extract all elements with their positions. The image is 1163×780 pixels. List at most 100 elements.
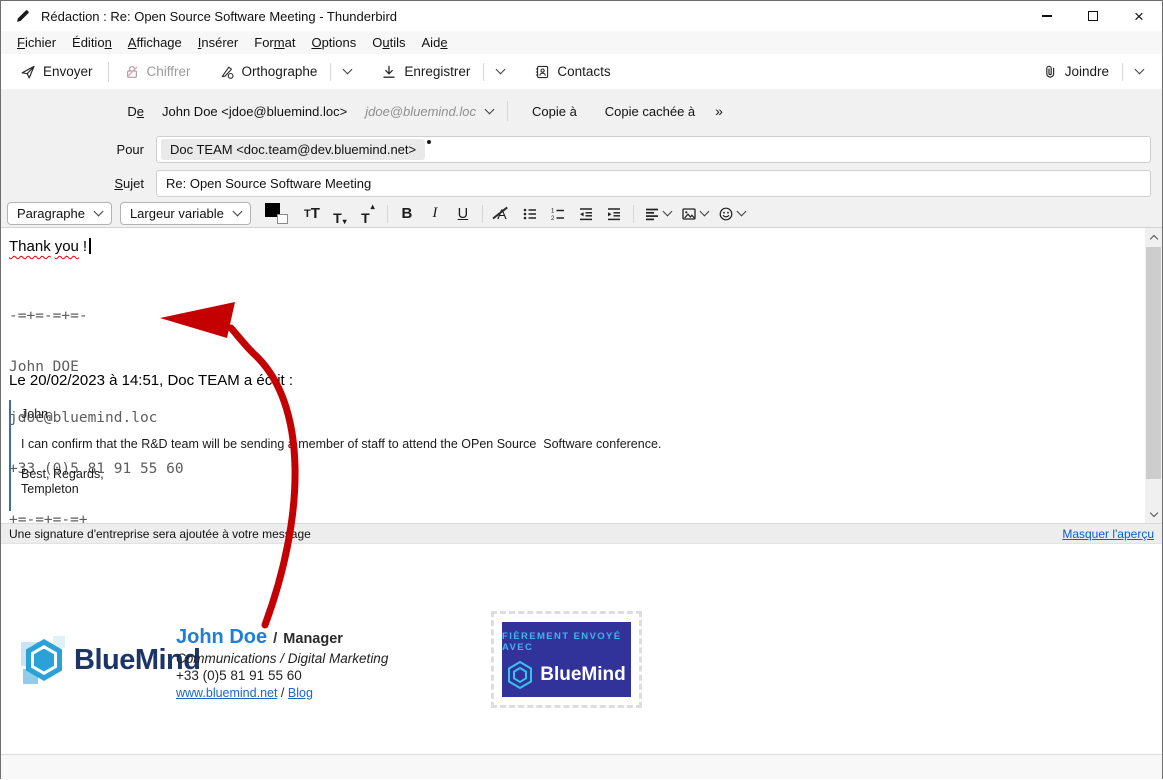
recipient-pill[interactable]: Doc TEAM <doc.team@dev.bluemind.net>: [161, 139, 425, 160]
save-button[interactable]: Enregistrer: [372, 58, 479, 86]
save-dropdown-button[interactable]: [488, 64, 513, 79]
bold-button[interactable]: B: [394, 202, 420, 226]
from-address[interactable]: John Doe <jdoe@bluemind.loc>: [162, 104, 347, 119]
menu-fichier[interactable]: Fichier: [9, 32, 64, 53]
underline-button[interactable]: U: [450, 202, 476, 226]
lock-icon: [124, 64, 140, 80]
insert-image-dropdown[interactable]: [677, 202, 712, 226]
maximize-icon: [1088, 11, 1098, 21]
blog-link[interactable]: Blog: [288, 686, 313, 700]
misspelled-word: Thank: [9, 238, 51, 255]
signature-status-bar: Une signature d'entreprise sera ajoutée …: [1, 523, 1162, 544]
quote-line: Templeton: [21, 482, 1122, 497]
bluemind-hexagon-icon: [21, 636, 65, 684]
alignment-dropdown[interactable]: [640, 202, 675, 226]
outdent-button[interactable]: [573, 202, 599, 226]
close-icon: ×: [1134, 8, 1144, 25]
text-color-picker[interactable]: [265, 203, 289, 224]
signature-phone: +33 (0)5 81 91 55 60: [176, 668, 388, 683]
misspelled-word: you: [55, 238, 79, 255]
quote-line: John,: [21, 407, 1122, 422]
quote-line: I can confirm that the R&D team will be …: [21, 437, 1122, 452]
to-input[interactable]: Doc TEAM <doc.team@dev.bluemind.net>: [156, 136, 1151, 163]
signature-role: Manager: [283, 631, 343, 647]
remove-formatting-button[interactable]: A: [489, 202, 515, 226]
encrypt-button[interactable]: Chiffrer: [115, 58, 200, 86]
signature-name: John Doe: [176, 626, 267, 649]
website-link[interactable]: www.bluemind.net: [176, 686, 277, 700]
menu-edition[interactable]: Édition: [64, 32, 120, 53]
minimize-button[interactable]: [1024, 1, 1070, 31]
chevron-down-icon: [736, 207, 746, 217]
numbered-list-icon: 12: [550, 206, 566, 222]
menu-aide[interactable]: Aide: [414, 32, 456, 53]
indent-button[interactable]: [601, 202, 627, 226]
bullet-list-icon: [522, 206, 538, 222]
bluemind-stamp: FIÈREMENT ENVOYÉ AVEC BlueMind: [491, 611, 642, 708]
stamp-hexagon-icon: [507, 661, 533, 689]
send-button[interactable]: Envoyer: [11, 58, 102, 86]
scroll-down-button[interactable]: [1145, 506, 1162, 523]
bullet-list-button[interactable]: [517, 202, 543, 226]
send-icon: [20, 64, 36, 80]
menu-options[interactable]: Options: [303, 32, 364, 53]
menu-inserer[interactable]: Insérer: [190, 32, 246, 53]
editor-scrollbar[interactable]: [1145, 228, 1162, 523]
numbered-list-button[interactable]: 12: [545, 202, 571, 226]
smiley-dropdown[interactable]: [714, 202, 749, 226]
signature-card: John Doe / Manager Communications / Digi…: [176, 626, 388, 700]
to-label: Pour: [1, 142, 156, 157]
indent-icon: [606, 206, 622, 222]
greeting-line: Thankyou!: [9, 238, 91, 255]
bcc-button[interactable]: Copie cachée à: [595, 100, 705, 123]
formatting-toolbar: Paragraphe Largeur variable TT T▾ T▴ B I…: [1, 200, 1162, 228]
identity-chevron-icon[interactable]: [485, 104, 495, 114]
outdent-icon: [578, 206, 594, 222]
close-button[interactable]: ×: [1116, 1, 1162, 31]
chevron-down-icon: [232, 207, 242, 217]
minimize-icon: [1042, 15, 1052, 17]
scroll-up-button[interactable]: [1145, 228, 1162, 245]
increase-font-button[interactable]: T▴: [355, 202, 381, 226]
subject-value: Re: Open Source Software Meeting: [161, 176, 371, 191]
chevron-down-icon: [496, 65, 506, 75]
attach-dropdown-button[interactable]: [1127, 64, 1152, 79]
hide-preview-link[interactable]: Masquer l'aperçu: [1062, 527, 1154, 541]
decrease-font-button[interactable]: T▾: [327, 202, 353, 226]
stamp-tagline: FIÈREMENT ENVOYÉ AVEC: [502, 631, 631, 653]
paragraph-format-select[interactable]: Paragraphe: [7, 202, 112, 225]
attach-button[interactable]: Joindre: [1033, 58, 1118, 86]
signature-preview: BlueMind John Doe / Manager Communicatio…: [1, 544, 1162, 754]
compose-window: { "window": { "title": "Rédaction : Re: …: [0, 0, 1163, 779]
spellcheck-dropdown-button[interactable]: [335, 64, 360, 79]
quote-attribution: Le 20/02/2023 à 14:51, Doc TEAM a écrit …: [9, 372, 293, 389]
address-book-icon: [534, 64, 550, 80]
more-recipients-button[interactable]: »: [705, 101, 733, 121]
font-size-button[interactable]: TT: [299, 202, 325, 226]
italic-button[interactable]: I: [422, 202, 448, 226]
align-icon: [644, 206, 660, 222]
contacts-button[interactable]: Contacts: [525, 58, 619, 86]
title-bar: Rédaction : Re: Open Source Software Mee…: [1, 1, 1162, 31]
stamp-wordmark: BlueMind: [540, 664, 626, 686]
compose-editor[interactable]: Thankyou! -=+=-=+=- John DOE jdoe@bluemi…: [1, 228, 1162, 523]
subject-input[interactable]: Re: Open Source Software Meeting: [156, 170, 1151, 197]
quoted-message: John, I can confirm that the R&D team wi…: [9, 400, 1122, 511]
pencil-icon: [15, 8, 31, 24]
signature-department: Communications / Digital Marketing: [176, 651, 388, 666]
paperclip-icon: [1042, 64, 1058, 80]
cc-button[interactable]: Copie à: [522, 100, 587, 123]
maximize-button[interactable]: [1070, 1, 1116, 31]
menu-affichage[interactable]: Affichage: [120, 32, 190, 53]
menu-outils[interactable]: Outils: [364, 32, 413, 53]
menu-format[interactable]: Format: [246, 32, 303, 53]
chevron-down-icon: [343, 65, 353, 75]
scrollbar-thumb[interactable]: [1146, 247, 1161, 479]
quote-line: Best, Regards,: [21, 467, 1122, 482]
recipient-card-dot: [427, 140, 431, 144]
chevron-down-icon: [662, 207, 672, 217]
font-select[interactable]: Largeur variable: [120, 202, 251, 225]
spellcheck-button[interactable]: Orthographe: [210, 58, 327, 86]
compose-toolbar: Envoyer Chiffrer Orthographe Enregistrer…: [1, 54, 1162, 89]
window-title: Rédaction : Re: Open Source Software Mee…: [41, 9, 397, 24]
